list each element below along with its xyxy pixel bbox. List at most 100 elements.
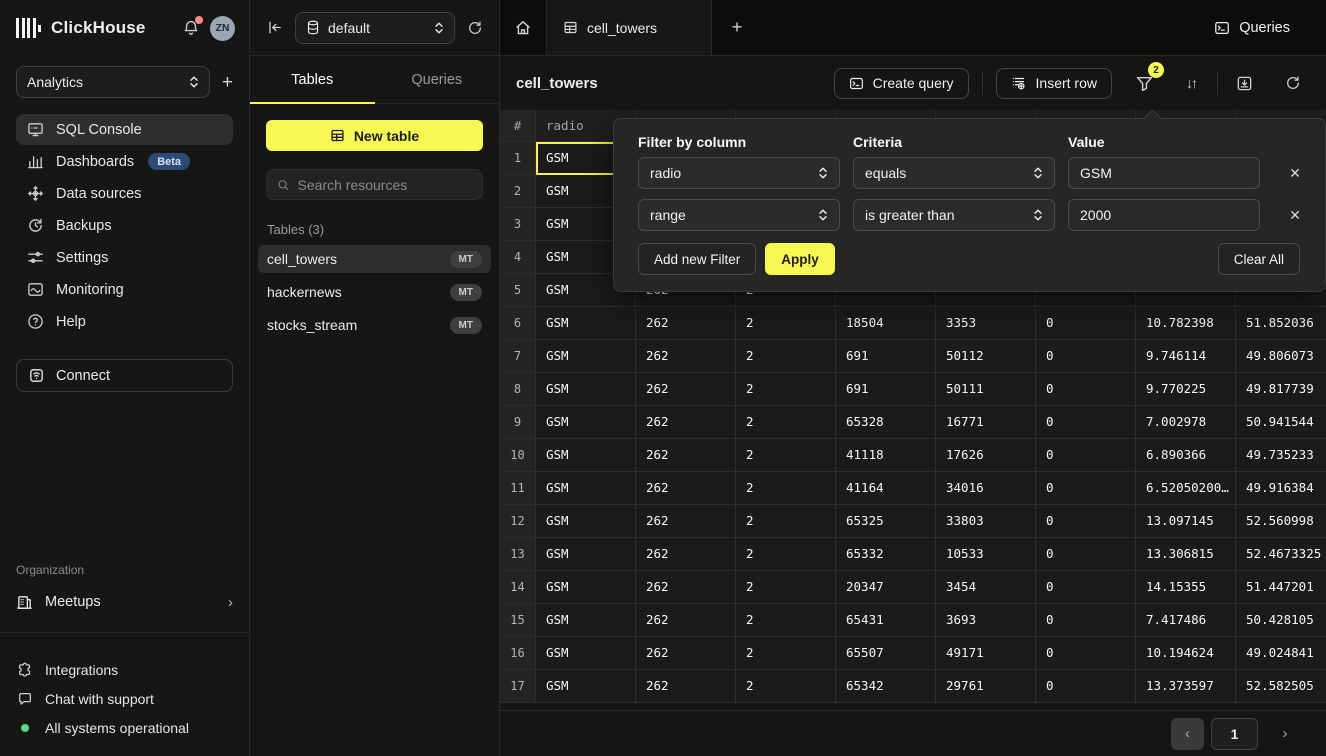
table-cell[interactable]: 49.806073	[1236, 340, 1326, 373]
sidebar-item-dashboards[interactable]: Dashboards Beta	[16, 146, 233, 177]
table-cell[interactable]: 0	[1036, 373, 1136, 406]
table-cell[interactable]: 262	[636, 406, 736, 439]
system-status-item[interactable]: All systems operational	[0, 713, 249, 742]
table-cell[interactable]: GSM	[536, 373, 636, 406]
refresh-tables-icon[interactable]	[467, 20, 483, 36]
table-cell[interactable]: 52.560998	[1236, 505, 1326, 538]
table-cell[interactable]: 41164	[836, 472, 936, 505]
table-cell[interactable]: GSM	[536, 406, 636, 439]
workspace-selector[interactable]: Analytics	[16, 66, 210, 98]
table-cell[interactable]: GSM	[536, 439, 636, 472]
table-cell[interactable]: 50112	[936, 340, 1036, 373]
table-cell[interactable]: 262	[636, 538, 736, 571]
table-cell[interactable]: 6.52050200…	[1136, 472, 1236, 505]
table-cell[interactable]: 29761	[936, 670, 1036, 703]
row-number-cell[interactable]: 3	[500, 208, 536, 241]
collapse-panel-icon[interactable]	[266, 19, 283, 36]
filter-criteria-select[interactable]: is greater than	[853, 199, 1055, 231]
row-number-header[interactable]: #	[500, 110, 536, 142]
previous-page-button[interactable]: ‹	[1171, 718, 1204, 750]
row-number-cell[interactable]: 6	[500, 307, 536, 340]
table-cell[interactable]: 34016	[936, 472, 1036, 505]
table-cell[interactable]: 49.735233	[1236, 439, 1326, 472]
table-cell[interactable]: 0	[1036, 571, 1136, 604]
table-cell[interactable]: 2	[736, 637, 836, 670]
table-cell[interactable]: 17626	[936, 439, 1036, 472]
table-cell[interactable]: 0	[1036, 472, 1136, 505]
table-cell[interactable]: 65332	[836, 538, 936, 571]
table-cell[interactable]: 50.941544	[1236, 406, 1326, 439]
row-number-cell[interactable]: 1	[500, 142, 536, 175]
avatar[interactable]: ZN	[210, 16, 235, 41]
filter-button[interactable]: 2	[1131, 70, 1157, 96]
table-cell[interactable]: 16771	[936, 406, 1036, 439]
table-cell[interactable]: 13.097145	[1136, 505, 1236, 538]
database-selector[interactable]: default	[295, 12, 455, 44]
table-cell[interactable]: 691	[836, 373, 936, 406]
apply-filters-button[interactable]: Apply	[765, 243, 835, 275]
row-number-cell[interactable]: 9	[500, 406, 536, 439]
row-number-cell[interactable]: 16	[500, 637, 536, 670]
filter-column-select[interactable]: radio	[638, 157, 840, 189]
table-cell[interactable]: 65507	[836, 637, 936, 670]
table-cell[interactable]: 2	[736, 439, 836, 472]
table-cell[interactable]: 3353	[936, 307, 1036, 340]
row-number-cell[interactable]: 8	[500, 373, 536, 406]
current-page-indicator[interactable]: 1	[1211, 718, 1258, 750]
table-cell[interactable]: 2	[736, 670, 836, 703]
table-cell[interactable]: 2	[736, 604, 836, 637]
table-cell[interactable]: 262	[636, 571, 736, 604]
table-cell[interactable]: 2	[736, 538, 836, 571]
table-cell[interactable]: 2	[736, 340, 836, 373]
sidebar-item-meetups[interactable]: Meetups ›	[16, 587, 233, 617]
add-filter-button[interactable]: Add new Filter	[638, 243, 756, 275]
sidebar-item-backups[interactable]: Backups	[16, 210, 233, 241]
table-cell[interactable]: 7.417486	[1136, 604, 1236, 637]
new-table-button[interactable]: New table	[266, 120, 483, 151]
table-cell[interactable]: 2	[736, 571, 836, 604]
notifications-bell-icon[interactable]	[182, 19, 200, 37]
row-number-cell[interactable]: 2	[500, 175, 536, 208]
table-cell[interactable]: 262	[636, 439, 736, 472]
table-cell[interactable]: 2	[736, 406, 836, 439]
table-cell[interactable]: 13.306815	[1136, 538, 1236, 571]
remove-filter-button[interactable]: ✕	[1282, 160, 1308, 186]
sidebar-item-help[interactable]: Help	[16, 306, 233, 337]
row-number-cell[interactable]: 11	[500, 472, 536, 505]
add-workspace-button[interactable]: +	[222, 73, 233, 92]
table-cell[interactable]: 49171	[936, 637, 1036, 670]
table-cell[interactable]: 65328	[836, 406, 936, 439]
table-cell[interactable]: 0	[1036, 670, 1136, 703]
table-cell[interactable]: 49.817739	[1236, 373, 1326, 406]
table-cell[interactable]: GSM	[536, 670, 636, 703]
table-cell[interactable]: 3454	[936, 571, 1036, 604]
table-cell[interactable]: 49.024841	[1236, 637, 1326, 670]
sort-button[interactable]: ↓↑	[1178, 70, 1204, 96]
table-cell[interactable]: 51.852036	[1236, 307, 1326, 340]
table-cell[interactable]: 0	[1036, 439, 1136, 472]
row-number-cell[interactable]: 15	[500, 604, 536, 637]
refresh-table-button[interactable]	[1280, 70, 1306, 96]
home-button[interactable]	[500, 0, 547, 55]
filter-column-select[interactable]: range	[638, 199, 840, 231]
row-number-cell[interactable]: 10	[500, 439, 536, 472]
table-cell[interactable]: 10.194624	[1136, 637, 1236, 670]
insert-row-button[interactable]: Insert row	[996, 68, 1112, 99]
row-number-cell[interactable]: 12	[500, 505, 536, 538]
table-cell[interactable]: GSM	[536, 472, 636, 505]
table-cell[interactable]: 262	[636, 307, 736, 340]
table-cell[interactable]: 51.447201	[1236, 571, 1326, 604]
row-number-cell[interactable]: 14	[500, 571, 536, 604]
table-cell[interactable]: 14.15355	[1136, 571, 1236, 604]
table-cell[interactable]: 262	[636, 637, 736, 670]
table-cell[interactable]: 2	[736, 373, 836, 406]
table-cell[interactable]: 20347	[836, 571, 936, 604]
sidebar-item-sql-console[interactable]: SQL Console	[16, 114, 233, 145]
table-cell[interactable]: 65325	[836, 505, 936, 538]
table-cell[interactable]: 41118	[836, 439, 936, 472]
table-cell[interactable]: 6.890366	[1136, 439, 1236, 472]
table-cell[interactable]: 18504	[836, 307, 936, 340]
table-list-item-hackernews[interactable]: hackernews MT	[258, 278, 491, 306]
table-cell[interactable]: 0	[1036, 604, 1136, 637]
table-cell[interactable]: GSM	[536, 571, 636, 604]
